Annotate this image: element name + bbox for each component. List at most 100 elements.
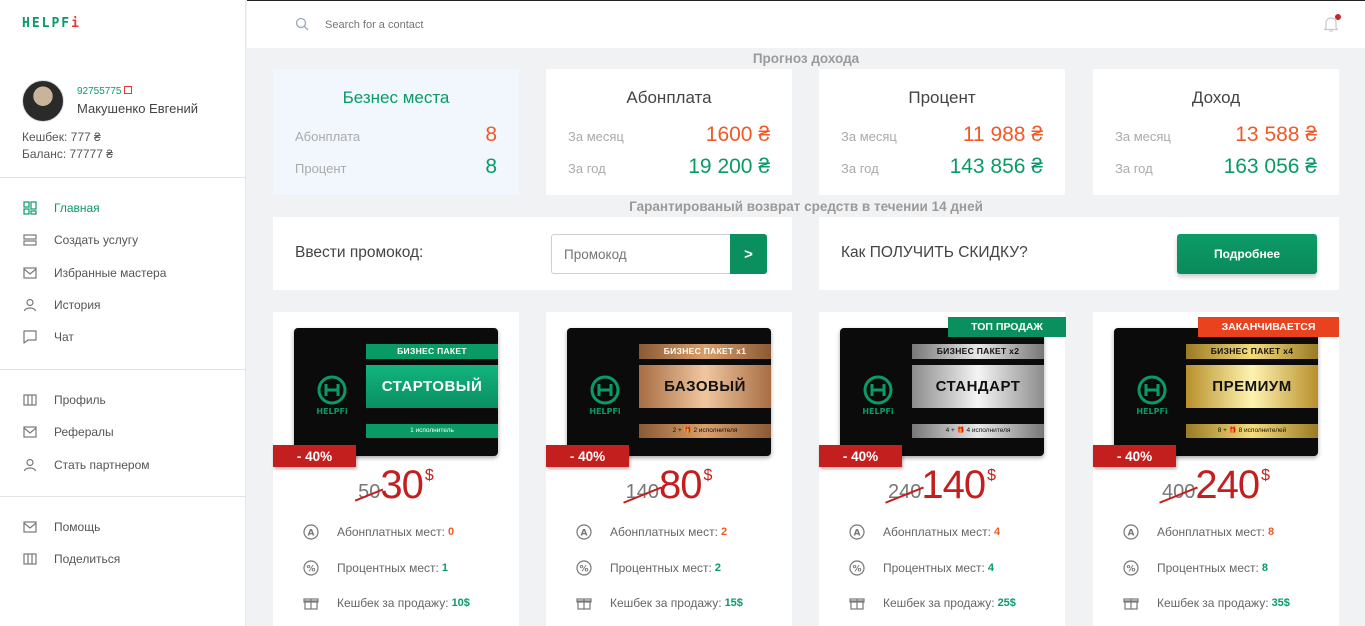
discount-label: Как ПОЛУЧИТЬ СКИДКУ?: [841, 244, 1028, 261]
mail-icon: [22, 266, 38, 280]
gift-icon: [849, 595, 865, 611]
logo-text: HELPF: [22, 16, 72, 31]
stat-label: Процент: [295, 161, 347, 176]
cashback-info: Кешбек: 777 ₴: [22, 130, 101, 144]
sidebar-item-label: Чат: [54, 330, 74, 345]
help-menu: Помощь Поделиться: [0, 511, 246, 576]
feature-cashback: Кешбек за продажу: 25$: [849, 594, 1055, 612]
gift-icon: [1123, 595, 1139, 611]
stat-row: За месяц 11 988 ₴: [841, 117, 1043, 147]
sidebar-item-help[interactable]: Помощь: [0, 511, 246, 543]
feature-label: Абонплатных мест:: [883, 525, 991, 539]
sidebar-item-chat[interactable]: Чат: [0, 321, 246, 353]
currency: $: [424, 467, 434, 484]
package-image: HELPFi БИЗНЕС ПАКЕТ СТАРТОВЫЙ 1 исполнит…: [294, 328, 498, 456]
stat-value: 19 200 ₴: [688, 155, 770, 178]
sidebar-item-label: История: [54, 298, 101, 313]
new-price: 140: [921, 463, 986, 507]
stat-row: Абонплата 8: [295, 117, 497, 147]
package-name: СТАРТОВЫЙ: [366, 365, 498, 408]
balance-value: 77777 ₴: [69, 147, 113, 161]
top-sales-tag: ТОП ПРОДАЖ: [948, 317, 1066, 337]
sidebar-item-label: Главная: [54, 201, 100, 216]
chat-icon: [22, 330, 38, 344]
stat-value: 13 588 ₴: [1235, 123, 1317, 146]
discount-card: Как ПОЛУЧИТЬ СКИДКУ? Подробнее: [819, 217, 1339, 290]
subscription-icon: A: [1123, 524, 1139, 540]
sidebar-item-label: Помощь: [54, 520, 101, 535]
feature-label: Кешбек за продажу:: [337, 596, 449, 610]
sidebar-item-referrals[interactable]: Рефералы: [0, 416, 246, 448]
feature-label: Абонплатных мест:: [1157, 525, 1265, 539]
package-card-starter[interactable]: HELPFi БИЗНЕС ПАКЕТ СТАРТОВЫЙ 1 исполнит…: [273, 312, 519, 626]
sidebar-item-favorites[interactable]: Избранные мастера: [0, 257, 246, 289]
feature-value: 0: [447, 526, 455, 538]
balance-info: Баланс: 77777 ₴: [22, 147, 113, 161]
sidebar-item-home[interactable]: Главная: [0, 192, 246, 224]
feature-value: 8: [1267, 526, 1275, 538]
helpfi-emblem-icon: HELPFi: [589, 375, 621, 416]
cashback-value: 777 ₴: [70, 130, 101, 144]
feature-value: 4: [993, 526, 1001, 538]
promo-code-input[interactable]: [551, 234, 731, 274]
search-input[interactable]: [325, 15, 625, 35]
feature-subscription-places: A Абонплатных мест: 2: [576, 523, 782, 541]
sidebar-item-label: Рефералы: [54, 425, 114, 440]
package-card-premium[interactable]: HELPFi БИЗНЕС ПАКЕТ x4 ПРЕМИУМ 8 + 🎁 8 и…: [1093, 312, 1339, 626]
stat-value: 8: [485, 155, 497, 178]
copy-icon[interactable]: [123, 86, 132, 94]
sidebar-item-create-service[interactable]: Создать услугу: [0, 224, 246, 256]
helpfi-logo[interactable]: HELPFi: [22, 16, 81, 31]
package-image: HELPFi БИЗНЕС ПАКЕТ x1 БАЗОВЫЙ 2 + 🎁 2 и…: [567, 328, 771, 456]
stat-title: Доход: [1191, 88, 1241, 107]
svg-text:%: %: [852, 565, 861, 575]
forecast-title: Прогноз дохода: [752, 51, 860, 66]
stat-row: За месяц 13 588 ₴: [1115, 117, 1317, 147]
columns-icon: [22, 393, 38, 407]
more-details-button[interactable]: Подробнее: [1177, 234, 1317, 274]
sidebar-item-share[interactable]: Поделиться: [0, 543, 246, 575]
package-strip-bottom: 2 + 🎁 2 исполнителя: [639, 424, 771, 438]
old-price: 240: [887, 481, 922, 503]
feature-label: Процентных мест:: [883, 561, 985, 575]
top-bar: [247, 0, 1365, 48]
svg-text:A: A: [581, 529, 588, 539]
feature-value: 15$: [724, 597, 743, 609]
logo-accent: i: [71, 16, 81, 31]
old-price: 50: [358, 481, 381, 503]
sidebar-item-history[interactable]: История: [0, 289, 246, 321]
search-icon[interactable]: [295, 17, 309, 36]
percent-icon: %: [849, 560, 865, 576]
promo-submit-button[interactable]: >: [730, 234, 767, 274]
package-image: HELPFi БИЗНЕС ПАКЕТ x2 СТАНДАРТ 4 + 🎁 4 …: [840, 328, 1044, 456]
feature-percent-places: % Процентных мест: 4: [849, 559, 1055, 577]
package-card-basic[interactable]: HELPFi БИЗНЕС ПАКЕТ x1 БАЗОВЫЙ 2 + 🎁 2 и…: [546, 312, 792, 626]
stat-label: За месяц: [1115, 129, 1171, 144]
stat-title: Процент: [908, 88, 976, 107]
sidebar-item-label: Избранные мастера: [54, 265, 167, 280]
stat-value: 163 056 ₴: [1223, 155, 1317, 178]
sidebar-item-become-partner[interactable]: Стать партнером: [0, 449, 246, 481]
stat-label: За год: [568, 161, 606, 176]
package-name: ПРЕМИУМ: [1186, 365, 1318, 408]
notification-bell-icon[interactable]: [1323, 14, 1341, 38]
svg-text:%: %: [579, 565, 588, 575]
svg-text:A: A: [854, 529, 861, 539]
user-id: 92755775: [77, 86, 132, 97]
user-icon: [22, 458, 38, 472]
package-strip-top: БИЗНЕС ПАКЕТ x2: [912, 344, 1044, 359]
feature-subscription-places: A Абонплатных мест: 0: [303, 523, 509, 541]
package-card-standard[interactable]: HELPFi БИЗНЕС ПАКЕТ x2 СТАНДАРТ 4 + 🎁 4 …: [819, 312, 1066, 626]
avatar[interactable]: [22, 80, 64, 122]
percent-icon: %: [1123, 560, 1139, 576]
feature-cashback: Кешбек за продажу: 35$: [1123, 594, 1329, 612]
user-id-value: 92755775: [77, 86, 122, 97]
sidebar: HELPFi 92755775 Макушенко Евгений Кешбек…: [0, 0, 246, 626]
subscription-icon: A: [576, 524, 592, 540]
sidebar-item-profile[interactable]: Профиль: [0, 384, 246, 416]
stat-value: 8: [485, 123, 497, 146]
package-price: 400240 $: [1093, 463, 1339, 508]
new-price: 80: [658, 463, 702, 507]
stat-value: 1600 ₴: [705, 123, 770, 146]
feature-value: 10$: [451, 597, 470, 609]
